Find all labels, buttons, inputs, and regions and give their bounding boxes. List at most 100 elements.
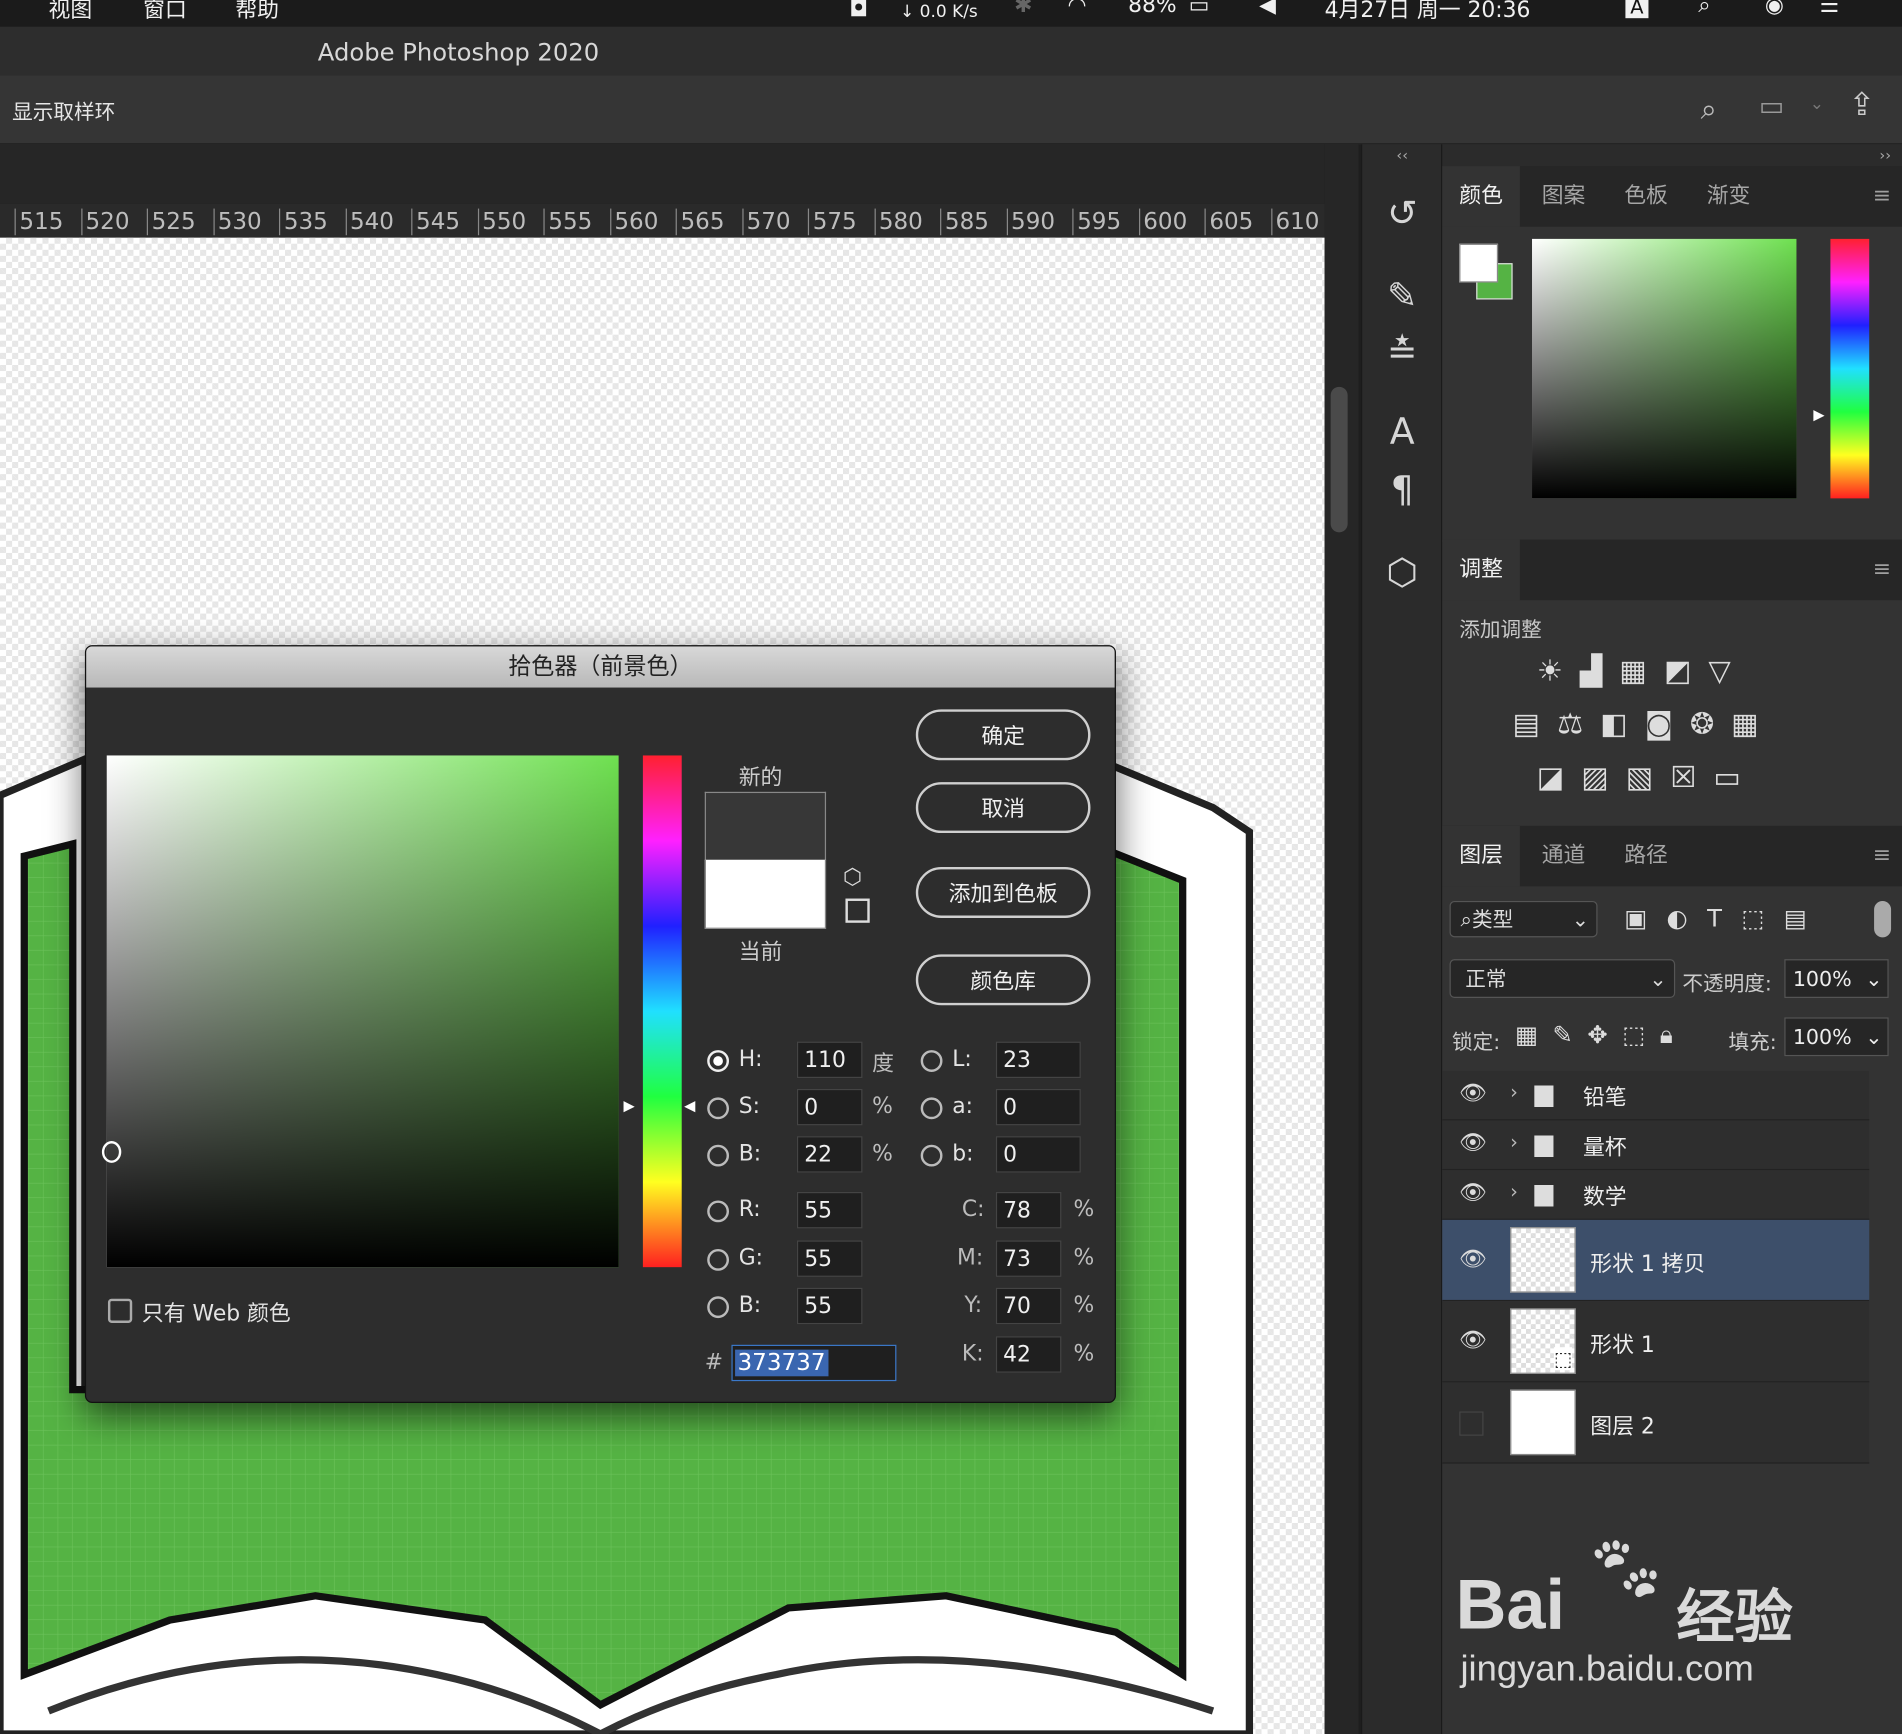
workspace-icon[interactable]: ▭: [1759, 92, 1784, 122]
r-radio[interactable]: [707, 1200, 730, 1223]
gradient-map-icon[interactable]: ▭: [1713, 760, 1758, 794]
s-field[interactable]: 0: [796, 1088, 863, 1126]
black-white-icon[interactable]: ◧: [1600, 707, 1645, 741]
eye-icon[interactable]: 👁︎: [1459, 1130, 1487, 1155]
l-radio[interactable]: [920, 1050, 943, 1072]
eye-icon[interactable]: 👁︎: [1459, 1247, 1487, 1272]
m-field[interactable]: 73: [995, 1240, 1062, 1277]
control-center-icon[interactable]: ☰: [1820, 0, 1840, 18]
tool-presets-icon[interactable]: ≛: [1362, 331, 1442, 373]
s-radio[interactable]: [707, 1097, 730, 1120]
k-field[interactable]: 42: [995, 1336, 1062, 1373]
lock-transparent-icon[interactable]: ▦: [1515, 1020, 1552, 1049]
layer-row[interactable]: 👁︎ › ▆ 铅笔: [1442, 1070, 1870, 1121]
visibility-toggle-off[interactable]: [1459, 1411, 1484, 1436]
layer-filter-select[interactable]: ⌕类型 ⌄: [1449, 900, 1598, 938]
r-field[interactable]: 55: [796, 1191, 863, 1229]
web-safe-icon[interactable]: [845, 898, 870, 923]
photo-filter-icon[interactable]: ◙: [1645, 707, 1690, 741]
hue-slider[interactable]: [642, 755, 682, 1268]
l-field[interactable]: 23: [995, 1041, 1081, 1079]
hue-sat-icon[interactable]: ▤: [1513, 707, 1558, 741]
threshold-icon[interactable]: ▧: [1626, 760, 1671, 794]
battery-icon[interactable]: ▭: [1189, 0, 1210, 18]
current-color-swatch[interactable]: [704, 859, 827, 929]
tab-adjustments[interactable]: 调整: [1442, 539, 1520, 601]
selective-color-icon[interactable]: ☒: [1670, 760, 1713, 794]
menu-window[interactable]: 窗口: [143, 0, 187, 24]
channel-mixer-icon[interactable]: ❂: [1690, 707, 1731, 741]
lab-b-field[interactable]: 0: [995, 1136, 1081, 1173]
lock-position-icon[interactable]: ✥: [1587, 1020, 1622, 1049]
input-method-indicator[interactable]: A: [1625, 0, 1649, 19]
add-to-swatches-button[interactable]: 添加到色板: [915, 867, 1091, 918]
scrollbar-thumb[interactable]: [1330, 386, 1348, 533]
tab-channels[interactable]: 通道: [1525, 826, 1603, 887]
g-field[interactable]: 55: [796, 1240, 863, 1277]
vertical-scrollbar[interactable]: [1324, 144, 1359, 1734]
lab-b-radio[interactable]: [920, 1144, 943, 1167]
volume-icon[interactable]: ◀: [1259, 0, 1276, 18]
layer-row[interactable]: 👁︎ › ▆ 量杯: [1442, 1120, 1870, 1171]
web-only-checkbox[interactable]: [107, 1298, 133, 1323]
chevron-down-icon[interactable]: ⌄: [1865, 960, 1882, 999]
show-sampling-ring-option[interactable]: 显示取样环: [12, 95, 115, 125]
panel-menu-icon[interactable]: ≡: [1873, 183, 1891, 208]
brush-settings-icon[interactable]: ✎: [1362, 275, 1442, 317]
adjustment-icons-row-3[interactable]: ◪▨▧☒▭: [1537, 760, 1758, 794]
a-radio[interactable]: [920, 1097, 943, 1120]
3d-icon[interactable]: ⬡: [1362, 552, 1442, 594]
smart-filter-icon[interactable]: ▤: [1784, 903, 1826, 932]
tab-swatches[interactable]: 色板: [1607, 166, 1685, 227]
b-radio[interactable]: [707, 1144, 730, 1167]
tab-paths[interactable]: 路径: [1607, 826, 1685, 887]
filter-toggle[interactable]: [1874, 900, 1892, 938]
h-radio[interactable]: [707, 1050, 730, 1072]
collapse-icon[interactable]: ‹‹: [1362, 147, 1442, 164]
y-field[interactable]: 70: [995, 1287, 1062, 1325]
wifi-icon[interactable]: ◠: [1067, 0, 1086, 18]
blend-mode-select[interactable]: 正常 ⌄: [1449, 959, 1676, 998]
ok-button[interactable]: 确定: [915, 709, 1091, 761]
hue-marker-left[interactable]: ▶: [623, 1097, 634, 1114]
layer-row[interactable]: 图层 2: [1442, 1382, 1870, 1464]
chevron-down-icon[interactable]: ⌄: [1810, 95, 1824, 114]
foreground-swatch[interactable]: [1459, 243, 1499, 283]
g-radio[interactable]: [707, 1248, 730, 1271]
layer-row-selected[interactable]: 👁︎ 形状 1 拷贝: [1442, 1219, 1870, 1302]
h-field[interactable]: 110: [796, 1041, 863, 1079]
clock[interactable]: 4月27日 周一 20:36: [1325, 0, 1531, 24]
search-icon[interactable]: ⌕: [1701, 92, 1717, 126]
tab-patterns[interactable]: 图案: [1525, 166, 1603, 227]
color-field-cursor[interactable]: [101, 1141, 122, 1163]
chevron-right-icon[interactable]: ›: [1510, 1130, 1518, 1153]
color-balance-icon[interactable]: ⚖: [1557, 707, 1600, 741]
app-status-icon[interactable]: ◘: [849, 0, 868, 22]
history-icon[interactable]: ↺: [1362, 193, 1442, 235]
chevron-down-icon[interactable]: ⌄: [1865, 1019, 1882, 1058]
blue-field[interactable]: 55: [796, 1287, 863, 1325]
lock-icons[interactable]: ▦✎✥⬚🔒︎: [1515, 1020, 1687, 1049]
chevron-right-icon[interactable]: ›: [1510, 1180, 1518, 1203]
exposure-icon[interactable]: ◩: [1664, 654, 1709, 688]
layer-row[interactable]: 👁︎ › ▆ 数学: [1442, 1170, 1870, 1220]
tab-color[interactable]: 颜色: [1442, 166, 1520, 227]
brightness-icon[interactable]: ☀: [1537, 654, 1580, 688]
menu-view[interactable]: 视图: [49, 0, 93, 24]
lock-pixels-icon[interactable]: ✎: [1553, 1020, 1588, 1049]
lock-all-icon[interactable]: 🔒︎: [1660, 1020, 1687, 1049]
adjust-filter-icon[interactable]: ◐: [1667, 903, 1708, 932]
levels-icon[interactable]: ▟: [1580, 654, 1619, 688]
a-field[interactable]: 0: [995, 1088, 1081, 1126]
eye-icon[interactable]: 👁︎: [1459, 1080, 1487, 1105]
panel-menu-icon[interactable]: ≡: [1873, 557, 1891, 582]
fill-field[interactable]: 100% ⌄: [1784, 1017, 1889, 1058]
posterize-icon[interactable]: ▨: [1581, 760, 1626, 794]
type-filter-icon[interactable]: T: [1707, 903, 1741, 932]
paragraph-icon[interactable]: ¶: [1362, 469, 1442, 511]
tab-layers[interactable]: 图层: [1442, 825, 1520, 887]
color-lookup-icon[interactable]: ▦: [1731, 707, 1776, 741]
chevron-right-icon[interactable]: ›: [1510, 1080, 1518, 1103]
character-icon[interactable]: A: [1362, 411, 1442, 453]
eye-icon[interactable]: 👁︎: [1459, 1328, 1487, 1353]
